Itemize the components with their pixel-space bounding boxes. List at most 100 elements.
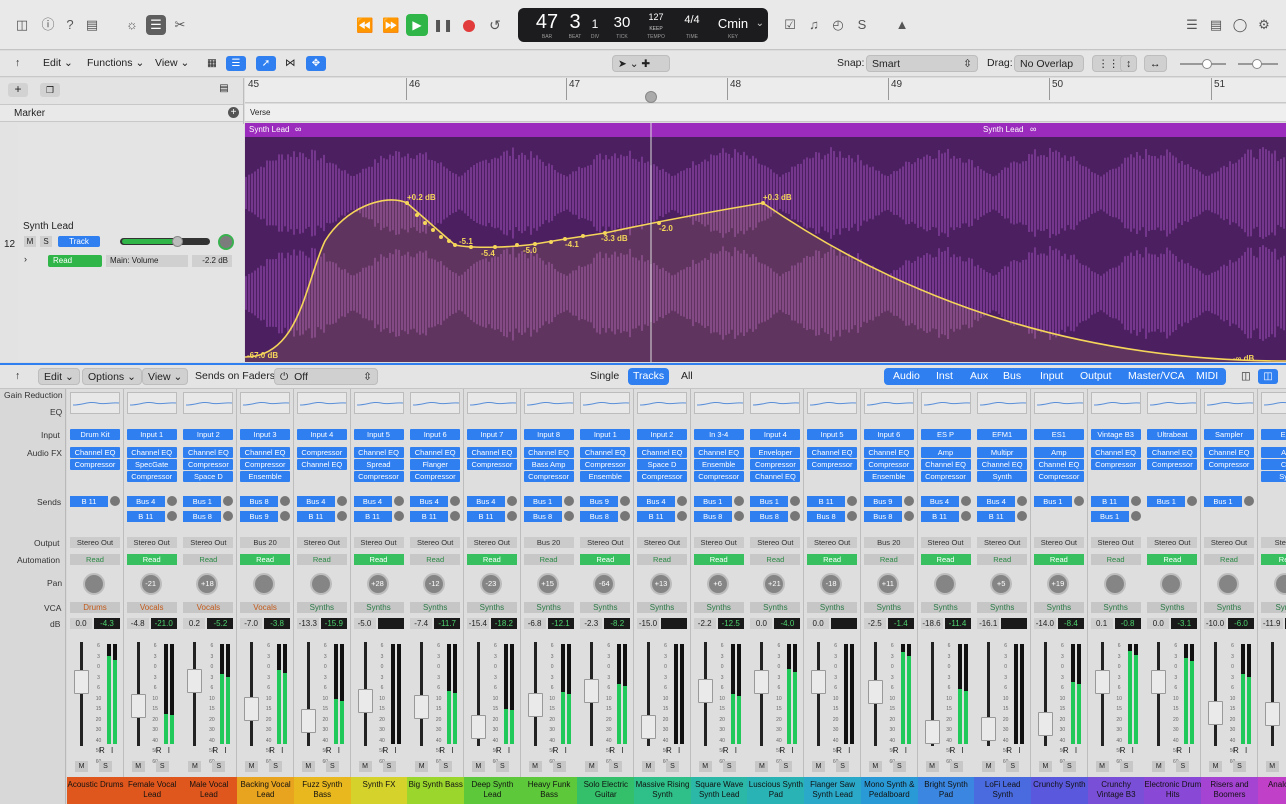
audio-fx-slot[interactable]: Multipr [977,447,1028,458]
automation-mode[interactable]: Read [126,554,177,565]
automation-mode[interactable]: Read [863,554,914,565]
vca-slot[interactable]: Synths [1147,602,1198,613]
volume-fader[interactable] [1094,670,1110,694]
pan-knob[interactable]: -21 [139,573,162,595]
channel-name[interactable]: Analog Sy [1257,777,1286,804]
list-editors-icon[interactable]: ☰ [1182,15,1202,35]
mute-button[interactable]: M [415,761,429,772]
output-slot[interactable]: Stereo Out [920,537,971,548]
input-monitor-i[interactable]: I [905,746,907,755]
smart-controls-icon[interactable]: ☼ [122,15,142,35]
input-monitor-i[interactable]: I [224,746,226,755]
mute-button[interactable]: M [868,761,882,772]
send-slot[interactable]: Bus 1 [1147,496,1186,507]
input-monitor-i[interactable]: I [1075,746,1077,755]
eq-thumbnail[interactable] [353,392,404,414]
vca-slot[interactable]: Vocals [240,602,291,613]
cycle-icon[interactable]: ↺ [484,14,506,36]
read-input-r[interactable]: R [950,746,956,755]
send-level-knob[interactable] [563,511,574,521]
send-slot[interactable]: B 11 [637,511,675,522]
read-input-r[interactable]: R [156,746,162,755]
solo-button[interactable]: S [325,761,339,772]
send-level-knob[interactable] [677,511,687,521]
send-slot[interactable]: Bus 4 [126,496,165,507]
audio-fx-slot[interactable]: Compressor [693,471,744,482]
vca-slot[interactable]: Vocals [126,602,177,613]
vertical-zoom-icon[interactable]: ↕ [1120,55,1138,72]
automation-node[interactable] [423,221,427,225]
input-monitor-i[interactable]: I [678,746,680,755]
eq-thumbnail[interactable] [750,392,801,414]
track-mode-button[interactable]: Track [58,236,100,247]
output-slot[interactable]: Stereo Out [1147,537,1198,548]
channel-name[interactable]: Massive Rising Synth [634,777,691,804]
vca-slot[interactable]: Synths [580,602,631,613]
filter-bus[interactable]: Bus [998,368,1026,385]
audio-fx-slot[interactable]: Enveloper [750,447,801,458]
audio-fx-slot[interactable]: Compressor [240,459,291,470]
vertical-zoom-slider[interactable] [1180,59,1226,69]
automation-node[interactable] [453,243,457,247]
audio-fx-slot[interactable]: Space D [637,459,687,470]
pause-icon[interactable]: ❚❚ [432,14,454,36]
audio-fx-slot[interactable]: Compressor [296,447,347,458]
volume-fader[interactable] [811,670,827,694]
automation-mode[interactable]: Read [1147,554,1198,565]
automation-mode[interactable]: Read [296,554,347,565]
volume-fader[interactable] [754,670,770,694]
output-slot[interactable]: Stereo Out [580,537,631,548]
solo-button[interactable]: S [949,761,963,772]
mute-button[interactable]: M [755,761,769,772]
channel-name[interactable]: Flanger Saw Synth Lead [804,777,862,804]
eq-thumbnail[interactable] [1090,392,1141,414]
input-slot[interactable]: Input 2 [183,429,234,440]
automation-mode[interactable]: Read [410,554,461,565]
notepad-icon[interactable]: ▤ [1206,15,1226,35]
output-slot[interactable]: Stereo Out [466,537,517,548]
marker-verse[interactable]: Verse [250,108,270,117]
snap-select[interactable]: Smart ⇳ [866,55,978,72]
automation-mode[interactable]: Read [750,554,801,565]
send-level-knob[interactable] [847,511,858,521]
input-monitor-i[interactable]: I [338,746,340,755]
pan-knob[interactable]: +21 [763,573,786,595]
send-level-knob[interactable] [677,496,687,506]
tuner-icon[interactable]: ♫ [804,15,824,35]
send-level-knob[interactable] [450,496,461,506]
solo-button[interactable]: S [269,761,283,772]
horizontal-zoom-slider[interactable] [1238,59,1278,69]
eq-thumbnail[interactable] [1260,392,1286,414]
eq-thumbnail[interactable] [126,392,177,414]
send-level-knob[interactable] [960,496,971,506]
input-slot[interactable]: Input 2 [637,429,687,440]
solo-button[interactable]: S [1233,761,1246,772]
vca-slot[interactable]: Synths [750,602,801,613]
send-level-knob[interactable] [450,511,461,521]
filter-audio[interactable]: Audio [888,368,925,385]
input-slot[interactable]: Input 4 [750,429,801,440]
play-icon[interactable]: ▶ [406,14,428,36]
automation-node[interactable] [439,235,443,239]
global-tracks-icon[interactable]: ▤ [214,83,234,97]
send-level-knob[interactable] [847,496,858,506]
send-level-knob[interactable] [393,496,404,506]
audio-fx-slot[interactable]: Compressor [1090,459,1141,470]
input-monitor-i[interactable]: I [451,746,453,755]
send-slot[interactable]: Bus 8 [750,511,789,522]
audio-fx-slot[interactable]: Compressor [1033,471,1084,482]
send-slot[interactable]: Bus 9 [580,496,619,507]
input-monitor-i[interactable]: I [395,746,397,755]
solo-button[interactable]: S [40,236,52,247]
output-slot[interactable]: Stereo Out [1090,537,1141,548]
mixer-options-menu[interactable]: Options ⌄ [82,368,142,385]
input-slot[interactable]: Input 1 [580,429,631,440]
eq-thumbnail[interactable] [580,392,631,414]
channel-name[interactable]: Deep Synth Lead [463,777,521,804]
input-monitor-i[interactable]: I [1132,746,1134,755]
automation-mode[interactable]: Read [977,554,1028,565]
volume-fader[interactable] [1151,670,1167,694]
read-input-r[interactable]: R [893,746,899,755]
eq-thumbnail[interactable] [920,392,971,414]
send-level-knob[interactable] [223,511,234,521]
